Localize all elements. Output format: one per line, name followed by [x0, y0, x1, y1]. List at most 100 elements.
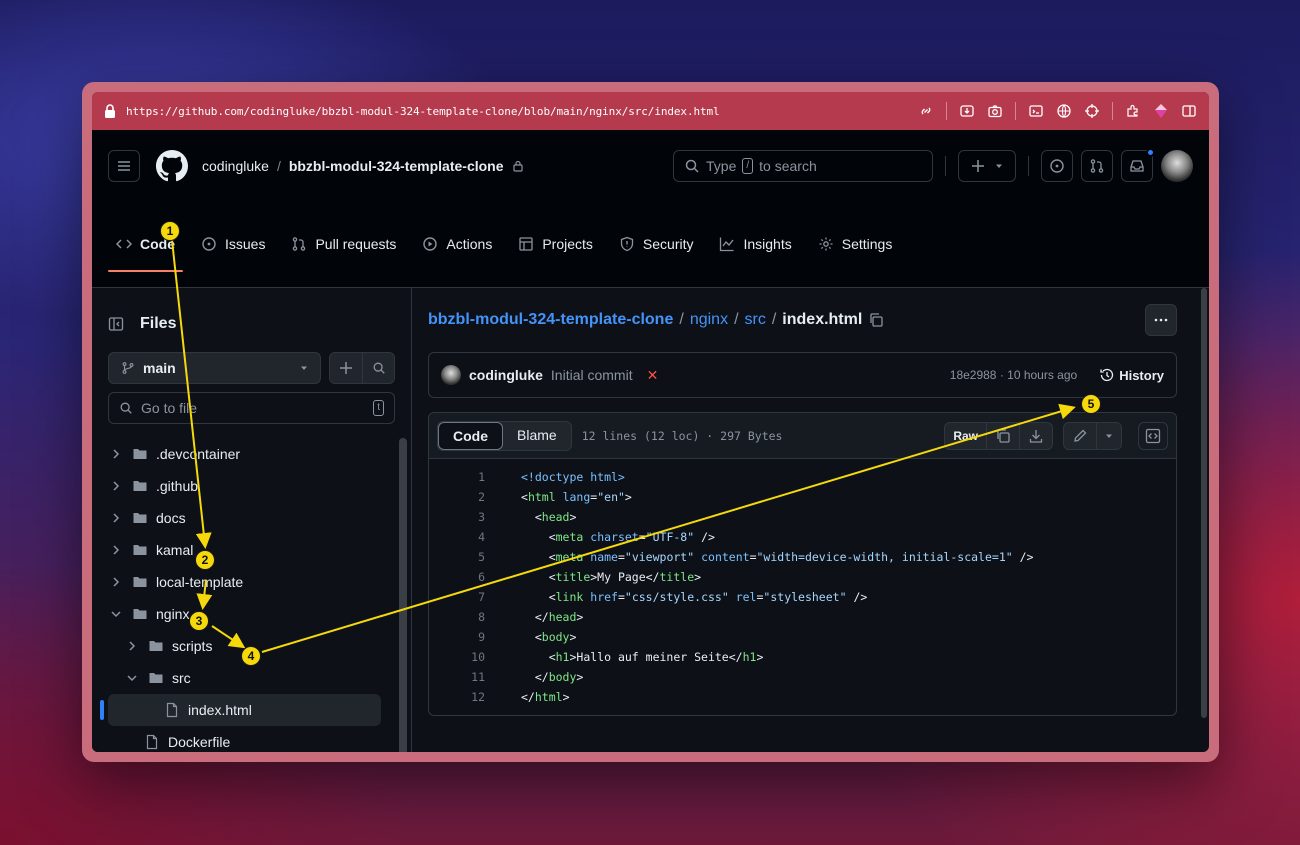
github-logo-icon[interactable] — [156, 150, 188, 182]
line-number[interactable]: 7 — [429, 590, 485, 604]
code-text: <link href="css/style.css" rel="styleshe… — [521, 590, 868, 604]
folder-icon — [149, 641, 163, 651]
copy-icon[interactable] — [868, 312, 884, 328]
path-src-link[interactable]: src — [745, 311, 766, 329]
tree-toggle[interactable] — [108, 542, 124, 558]
line-number[interactable]: 4 — [429, 530, 485, 544]
hamburger-icon — [118, 161, 130, 171]
path-separator: / — [771, 311, 777, 328]
code-line: 7 <link href="css/style.css" rel="styles… — [429, 587, 1176, 607]
branch-name: main — [143, 360, 176, 376]
line-number[interactable]: 1 — [429, 470, 485, 484]
copy-raw-button[interactable] — [986, 422, 1019, 449]
tree-folder-item[interactable]: .github — [108, 470, 411, 502]
commit-author[interactable]: codingluke — [469, 367, 543, 383]
terminal-icon[interactable] — [1028, 103, 1044, 119]
branch-icon — [122, 362, 134, 374]
raw-button[interactable]: Raw — [945, 423, 986, 449]
file-stats: 12 lines (12 loc) · 297 Bytes — [581, 428, 783, 443]
line-number[interactable]: 3 — [429, 510, 485, 524]
tree-toggle[interactable] — [108, 510, 124, 526]
tab-projects[interactable]: Projects — [510, 228, 601, 272]
commit-message[interactable]: Initial commit — [551, 367, 633, 383]
download-tray-icon[interactable] — [959, 103, 975, 119]
code-text: <title>My Page</title> — [521, 570, 702, 584]
url-bar[interactable]: https://github.com/codingluke/bbzbl-modu… — [92, 92, 1209, 130]
create-new-button[interactable] — [958, 150, 1016, 182]
crosshair-icon[interactable] — [1084, 103, 1100, 119]
inbox-button[interactable] — [1121, 148, 1155, 182]
issues-button[interactable] — [1041, 150, 1073, 182]
main-scrollbar[interactable] — [1201, 288, 1207, 718]
repo-link[interactable]: bbzbl-modul-324-template-clone — [289, 158, 504, 174]
globe-icon[interactable] — [1056, 103, 1072, 119]
tab-settings[interactable]: Settings — [810, 228, 901, 272]
line-number[interactable]: 12 — [429, 690, 485, 704]
tree-toggle[interactable] — [124, 670, 140, 686]
owner-link[interactable]: codingluke — [202, 158, 269, 174]
tree-folder-item[interactable]: docs — [108, 502, 411, 534]
line-number[interactable]: 9 — [429, 630, 485, 644]
line-number[interactable]: 8 — [429, 610, 485, 624]
url-text[interactable]: https://github.com/codingluke/bbzbl-modu… — [126, 105, 918, 118]
line-number[interactable]: 5 — [429, 550, 485, 564]
check-failed-icon[interactable]: ✕ — [647, 367, 659, 384]
code-text: <!doctype html> — [521, 470, 625, 484]
toolbar-divider — [946, 102, 947, 120]
pull-requests-button[interactable] — [1081, 150, 1113, 182]
commit-author-avatar[interactable] — [441, 365, 461, 385]
line-number[interactable]: 11 — [429, 670, 485, 684]
tab-actions[interactable]: Actions — [414, 228, 500, 272]
chevron-right-icon — [129, 641, 136, 651]
browser-toolbar — [918, 102, 1197, 120]
path-nginx-link[interactable]: nginx — [690, 311, 728, 329]
file-path-breadcrumb: bbzbl-modul-324-template-clone / nginx /… — [428, 304, 1193, 336]
tree-toggle[interactable] — [108, 574, 124, 590]
branch-selector[interactable]: main — [108, 352, 321, 384]
edit-file-button[interactable] — [1064, 423, 1096, 449]
more-options-button[interactable] — [1145, 304, 1177, 336]
tab-pull-requests[interactable]: Pull requests — [283, 228, 404, 272]
history-button[interactable]: History — [1099, 367, 1164, 383]
tree-folder-item[interactable]: kamal — [108, 534, 411, 566]
extension-icon[interactable] — [1125, 103, 1141, 119]
tree-file-item[interactable]: index.html — [100, 694, 381, 726]
tree-toggle[interactable] — [108, 478, 124, 494]
go-to-file-input[interactable]: Go to file t — [108, 392, 395, 424]
tree-file-item[interactable]: Dockerfile — [108, 726, 411, 752]
scrollbar-thumb[interactable] — [399, 438, 407, 752]
line-number[interactable]: 2 — [429, 490, 485, 504]
line-number[interactable]: 6 — [429, 570, 485, 584]
sidebar-toggle-icon[interactable] — [1181, 103, 1197, 119]
tab-issues[interactable]: Issues — [193, 228, 273, 272]
commit-meta[interactable]: 18e2988 · 10 hours ago — [950, 368, 1077, 382]
camera-icon[interactable] — [987, 103, 1003, 119]
download-raw-button[interactable] — [1019, 422, 1052, 449]
search-files-button[interactable] — [362, 353, 394, 383]
tree-toggle[interactable] — [108, 606, 124, 622]
symbols-button[interactable] — [1138, 421, 1168, 450]
link-icon[interactable] — [918, 103, 934, 119]
tree-folder-item[interactable]: local-template — [108, 566, 411, 598]
password-manager-icon[interactable] — [1153, 103, 1169, 119]
search-input[interactable]: Type / to search — [673, 150, 933, 182]
sidebar-collapse-icon[interactable] — [108, 316, 124, 332]
path-repo-link[interactable]: bbzbl-modul-324-template-clone — [428, 311, 673, 329]
tab-insights[interactable]: Insights — [711, 228, 799, 272]
tree-toggle[interactable] — [124, 638, 140, 654]
tree-folder-item[interactable]: src — [108, 662, 411, 694]
code-view-button[interactable]: Code — [438, 421, 503, 450]
edit-options-button[interactable] — [1096, 422, 1121, 449]
add-file-button[interactable] — [330, 353, 362, 383]
line-number[interactable]: 10 — [429, 650, 485, 664]
tree-toggle[interactable] — [108, 446, 124, 462]
tree-folder-item[interactable]: .devcontainer — [108, 438, 411, 470]
code-lines[interactable]: 1 <!doctype html> 2 <html lang="en"> 3 <he… — [429, 459, 1176, 715]
tab-label: Actions — [446, 236, 493, 252]
user-avatar[interactable] — [1161, 150, 1193, 182]
blame-view-button[interactable]: Blame — [503, 422, 571, 450]
sidebar-scrollbar[interactable] — [399, 438, 407, 752]
tree-folder-item[interactable]: nginx — [108, 598, 411, 630]
tab-security[interactable]: Security — [611, 228, 702, 272]
menu-button[interactable] — [108, 150, 140, 182]
